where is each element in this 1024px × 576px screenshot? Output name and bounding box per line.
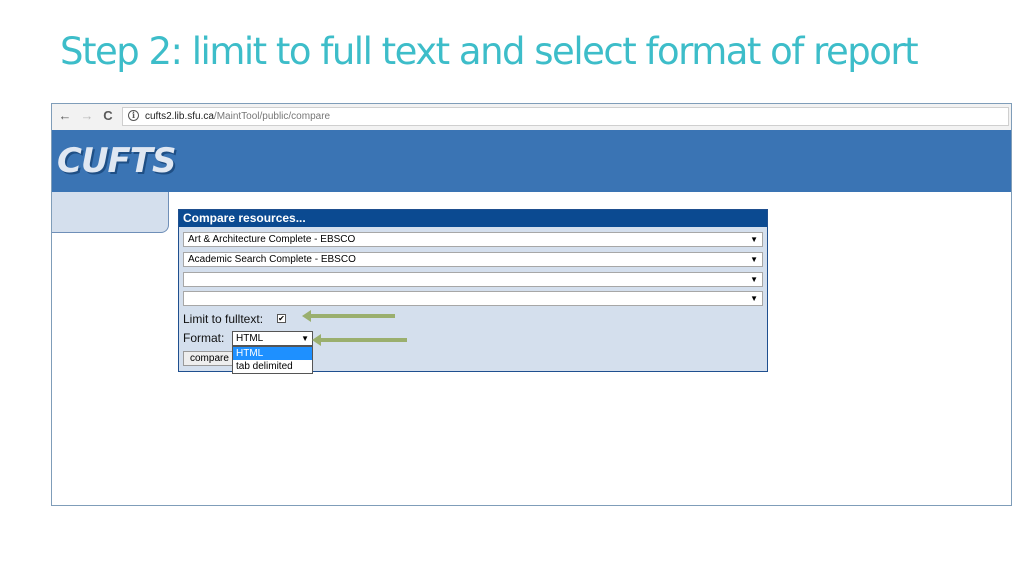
format-dropdown-list: HTML tab delimited	[232, 346, 313, 374]
reload-icon[interactable]: C	[99, 107, 117, 125]
address-bar[interactable]: i cufts2.lib.sfu.ca/MaintTool/public/com…	[122, 107, 1009, 126]
url-text: cufts2.lib.sfu.ca/MaintTool/public/compa…	[145, 108, 330, 125]
browser-screenshot: ← → C i cufts2.lib.sfu.ca/MaintTool/publ…	[51, 103, 1012, 506]
compare-button[interactable]: compare	[183, 351, 237, 366]
resource-select-1[interactable]: Art & Architecture Complete - EBSCO ▼	[183, 232, 763, 247]
slide-title: Step 2: limit to full text and select fo…	[60, 30, 919, 73]
chevron-down-icon: ▼	[750, 275, 758, 284]
format-label: Format:	[183, 331, 225, 345]
resource-select-value: Academic Search Complete - EBSCO	[188, 254, 356, 265]
resource-select-3[interactable]: ▼	[183, 272, 763, 287]
compare-panel: Compare resources... Art & Architecture …	[178, 209, 768, 374]
sidebar-tab	[52, 192, 169, 233]
chevron-down-icon: ▼	[750, 294, 758, 303]
limit-fulltext-checkbox[interactable]: ✔	[277, 314, 286, 323]
info-icon[interactable]: i	[128, 110, 139, 121]
format-option-tab-delimited[interactable]: tab delimited	[233, 360, 312, 373]
chevron-down-icon: ▼	[750, 255, 758, 264]
back-icon[interactable]: ←	[56, 107, 74, 125]
chevron-down-icon: ▼	[301, 334, 309, 343]
resource-select-4[interactable]: ▼	[183, 291, 763, 306]
annotation-arrow-format	[312, 334, 407, 346]
resource-select-value: Art & Architecture Complete - EBSCO	[188, 234, 356, 245]
format-select[interactable]: HTML ▼	[232, 331, 313, 346]
resource-select-2[interactable]: Academic Search Complete - EBSCO ▼	[183, 252, 763, 267]
compare-panel-title: Compare resources...	[179, 210, 767, 227]
browser-toolbar: ← → C i cufts2.lib.sfu.ca/MaintTool/publ…	[52, 104, 1011, 131]
annotation-arrow-limit	[302, 310, 395, 322]
format-select-value: HTML	[236, 333, 264, 344]
cufts-logo[interactable]: CUFTS	[57, 141, 176, 181]
limit-fulltext-label: Limit to fulltext:	[183, 312, 264, 326]
url-host: cufts2.lib.sfu.ca	[145, 111, 214, 122]
chevron-down-icon: ▼	[750, 235, 758, 244]
forward-icon[interactable]: →	[78, 107, 96, 125]
app-header: CUFTS	[52, 130, 1011, 192]
url-path: /MaintTool/public/compare	[213, 111, 331, 122]
format-option-html[interactable]: HTML	[233, 347, 312, 360]
